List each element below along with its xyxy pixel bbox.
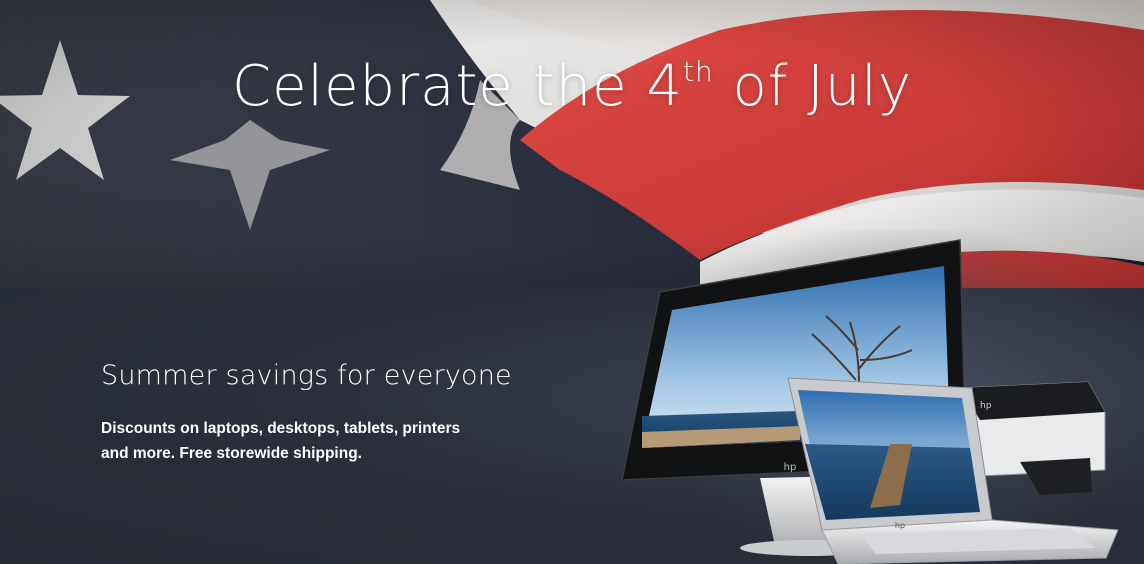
promo-description: Discounts on laptops, desktops, tablets,… [101,420,461,462]
svg-text:hp: hp [980,401,992,411]
svg-text:hp: hp [784,462,797,473]
hero-title-end: of July [713,54,913,119]
hero-title-superscript: th [682,55,714,89]
svg-text:hp: hp [895,521,905,530]
hero-title-main: Celebrate the 4 [231,54,683,119]
hero-title: Celebrate the 4th of July [0,54,1144,119]
hp-devices-image: hp hp hp [621,230,1144,564]
promo-heading: Summer savings for everyone [101,360,512,391]
